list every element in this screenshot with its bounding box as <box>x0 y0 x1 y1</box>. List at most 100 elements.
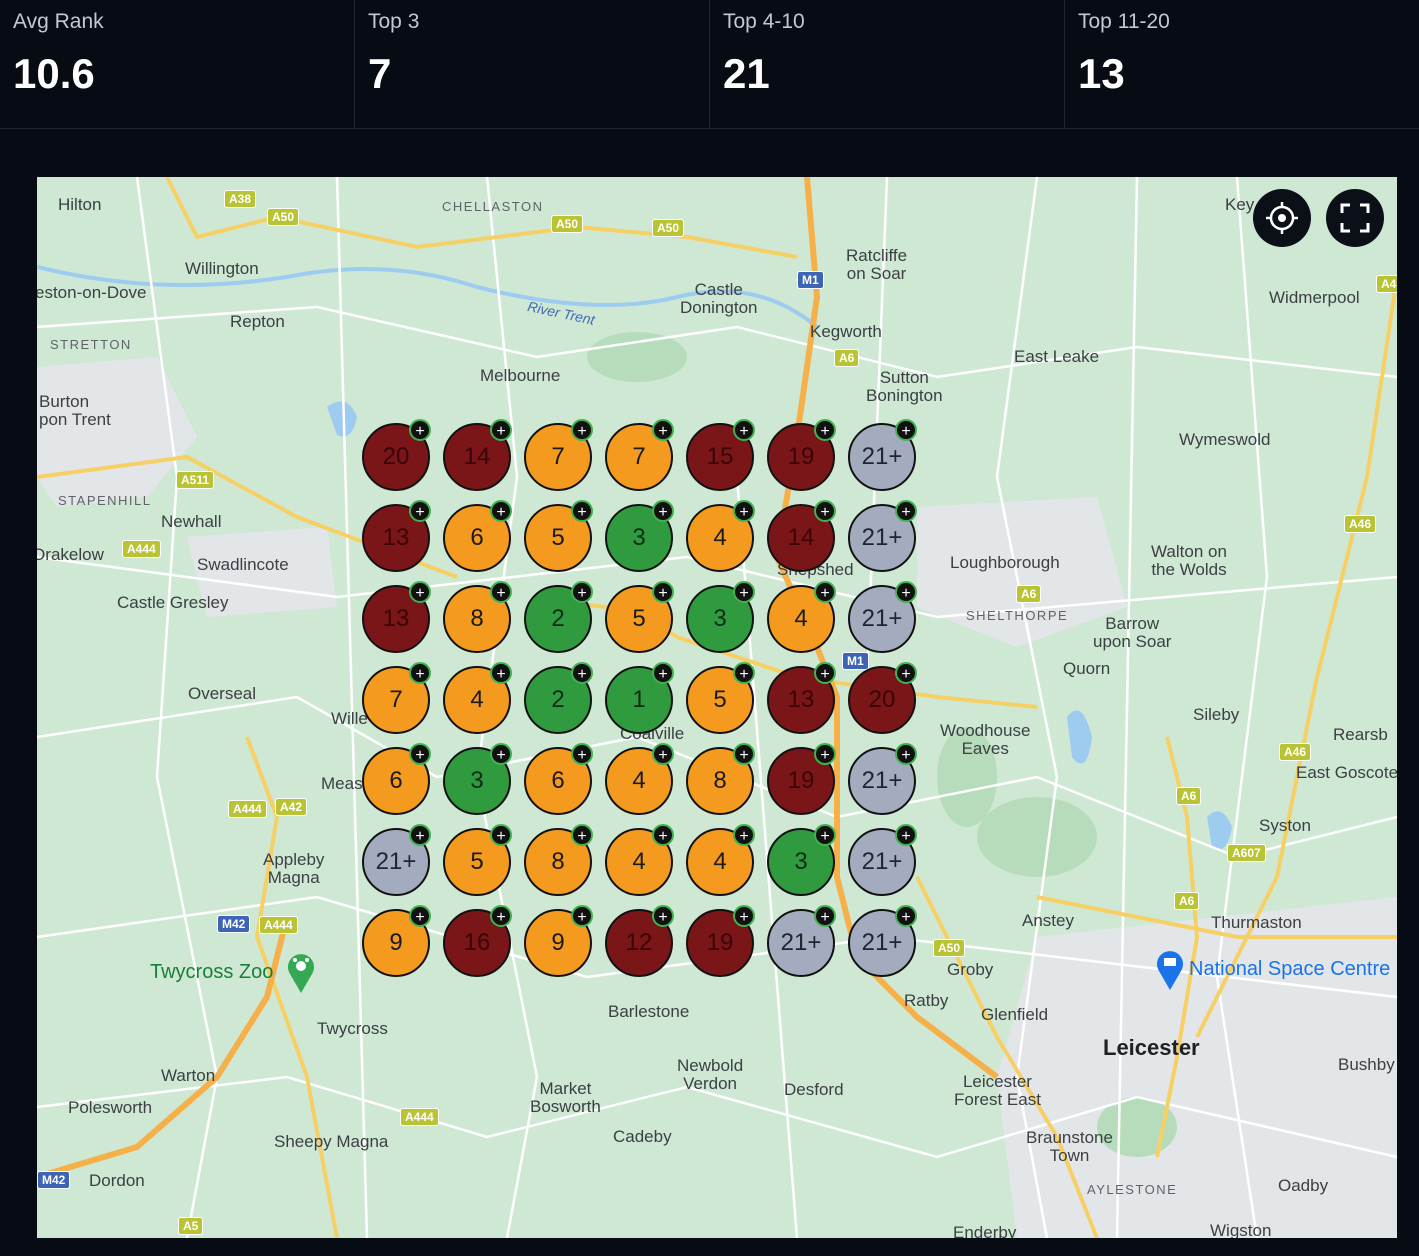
expand-plus-icon[interactable]: + <box>490 500 512 522</box>
expand-plus-icon[interactable]: + <box>652 581 674 603</box>
rank-pin[interactable]: 3 + <box>686 581 755 653</box>
rank-pin[interactable]: 3 + <box>443 743 512 815</box>
expand-plus-icon[interactable]: + <box>490 581 512 603</box>
expand-plus-icon[interactable]: + <box>895 500 917 522</box>
expand-plus-icon[interactable]: + <box>571 824 593 846</box>
expand-plus-icon[interactable]: + <box>652 662 674 684</box>
rank-pin[interactable]: 21+ + <box>848 905 917 977</box>
rank-pin[interactable]: 9 + <box>524 905 593 977</box>
rank-pin[interactable]: 20 + <box>362 419 431 491</box>
rank-pin[interactable]: 6 + <box>443 500 512 572</box>
expand-plus-icon[interactable]: + <box>733 500 755 522</box>
locate-button[interactable] <box>1253 189 1311 247</box>
expand-plus-icon[interactable]: + <box>814 500 836 522</box>
expand-plus-icon[interactable]: + <box>895 743 917 765</box>
rank-grid-map[interactable]: Hilton CHELLASTON Willington eston-on-Do… <box>37 177 1397 1238</box>
expand-plus-icon[interactable]: + <box>814 824 836 846</box>
expand-plus-icon[interactable]: + <box>895 581 917 603</box>
expand-plus-icon[interactable]: + <box>409 743 431 765</box>
rank-pin[interactable]: 5 + <box>686 662 755 734</box>
expand-plus-icon[interactable]: + <box>733 419 755 441</box>
rank-pin[interactable]: 1 + <box>605 662 674 734</box>
expand-plus-icon[interactable]: + <box>490 824 512 846</box>
expand-plus-icon[interactable]: + <box>895 824 917 846</box>
rank-pin[interactable]: 4 + <box>686 500 755 572</box>
expand-plus-icon[interactable]: + <box>733 662 755 684</box>
rank-pin[interactable]: 4 + <box>605 824 674 896</box>
expand-plus-icon[interactable]: + <box>490 905 512 927</box>
rank-pin[interactable]: 20 + <box>848 662 917 734</box>
expand-plus-icon[interactable]: + <box>652 743 674 765</box>
expand-plus-icon[interactable]: + <box>409 500 431 522</box>
rank-pin[interactable]: 6 + <box>524 743 593 815</box>
expand-plus-icon[interactable]: + <box>652 824 674 846</box>
expand-plus-icon[interactable]: + <box>814 743 836 765</box>
rank-pin[interactable]: 21+ + <box>767 905 836 977</box>
rank-pin[interactable]: 21+ + <box>848 743 917 815</box>
rank-pin[interactable]: 12 + <box>605 905 674 977</box>
expand-plus-icon[interactable]: + <box>814 662 836 684</box>
rank-pin[interactable]: 21+ + <box>848 824 917 896</box>
expand-plus-icon[interactable]: + <box>409 824 431 846</box>
rank-pin[interactable]: 16 + <box>443 905 512 977</box>
rank-pin[interactable]: 19 + <box>686 905 755 977</box>
expand-plus-icon[interactable]: + <box>652 419 674 441</box>
expand-plus-icon[interactable]: + <box>733 824 755 846</box>
expand-plus-icon[interactable]: + <box>571 743 593 765</box>
rank-pin[interactable]: 2 + <box>524 662 593 734</box>
rank-pin[interactable]: 21+ + <box>848 419 917 491</box>
expand-plus-icon[interactable]: + <box>409 905 431 927</box>
rank-pin[interactable]: 21+ + <box>848 581 917 653</box>
rank-pin[interactable]: 21+ + <box>362 824 431 896</box>
rank-pin[interactable]: 9 + <box>362 905 431 977</box>
rank-pin[interactable]: 7 + <box>362 662 431 734</box>
expand-plus-icon[interactable]: + <box>490 662 512 684</box>
rank-pin[interactable]: 6 + <box>362 743 431 815</box>
rank-pin[interactable]: 13 + <box>362 500 431 572</box>
rank-pin[interactable]: 19 + <box>767 419 836 491</box>
rank-pin[interactable]: 8 + <box>443 581 512 653</box>
expand-plus-icon[interactable]: + <box>733 581 755 603</box>
expand-plus-icon[interactable]: + <box>733 743 755 765</box>
rank-pin[interactable]: 14 + <box>443 419 512 491</box>
expand-plus-icon[interactable]: + <box>490 419 512 441</box>
rank-pin[interactable]: 4 + <box>605 743 674 815</box>
rank-pin[interactable]: 5 + <box>524 500 593 572</box>
rank-pin[interactable]: 13 + <box>362 581 431 653</box>
rank-pin[interactable]: 14 + <box>767 500 836 572</box>
rank-pin[interactable]: 7 + <box>605 419 674 491</box>
expand-plus-icon[interactable]: + <box>571 581 593 603</box>
expand-plus-icon[interactable]: + <box>571 662 593 684</box>
rank-pin[interactable]: 4 + <box>767 581 836 653</box>
rank-pin[interactable]: 8 + <box>686 743 755 815</box>
expand-plus-icon[interactable]: + <box>490 743 512 765</box>
rank-pin[interactable]: 15 + <box>686 419 755 491</box>
expand-plus-icon[interactable]: + <box>652 500 674 522</box>
expand-plus-icon[interactable]: + <box>409 662 431 684</box>
expand-plus-icon[interactable]: + <box>814 581 836 603</box>
rank-pin[interactable]: 4 + <box>686 824 755 896</box>
expand-plus-icon[interactable]: + <box>571 419 593 441</box>
fullscreen-button[interactable] <box>1326 189 1384 247</box>
rank-pin[interactable]: 7 + <box>524 419 593 491</box>
rank-pin[interactable]: 13 + <box>767 662 836 734</box>
rank-pin[interactable]: 4 + <box>443 662 512 734</box>
expand-plus-icon[interactable]: + <box>409 419 431 441</box>
expand-plus-icon[interactable]: + <box>733 905 755 927</box>
expand-plus-icon[interactable]: + <box>814 905 836 927</box>
expand-plus-icon[interactable]: + <box>571 905 593 927</box>
rank-pin[interactable]: 21+ + <box>848 500 917 572</box>
rank-pin[interactable]: 8 + <box>524 824 593 896</box>
rank-pin[interactable]: 5 + <box>605 581 674 653</box>
rank-pin[interactable]: 19 + <box>767 743 836 815</box>
expand-plus-icon[interactable]: + <box>895 905 917 927</box>
rank-pin[interactable]: 2 + <box>524 581 593 653</box>
expand-plus-icon[interactable]: + <box>409 581 431 603</box>
expand-plus-icon[interactable]: + <box>814 419 836 441</box>
expand-plus-icon[interactable]: + <box>895 662 917 684</box>
expand-plus-icon[interactable]: + <box>571 500 593 522</box>
expand-plus-icon[interactable]: + <box>652 905 674 927</box>
rank-pin[interactable]: 5 + <box>443 824 512 896</box>
rank-pin[interactable]: 3 + <box>767 824 836 896</box>
expand-plus-icon[interactable]: + <box>895 419 917 441</box>
